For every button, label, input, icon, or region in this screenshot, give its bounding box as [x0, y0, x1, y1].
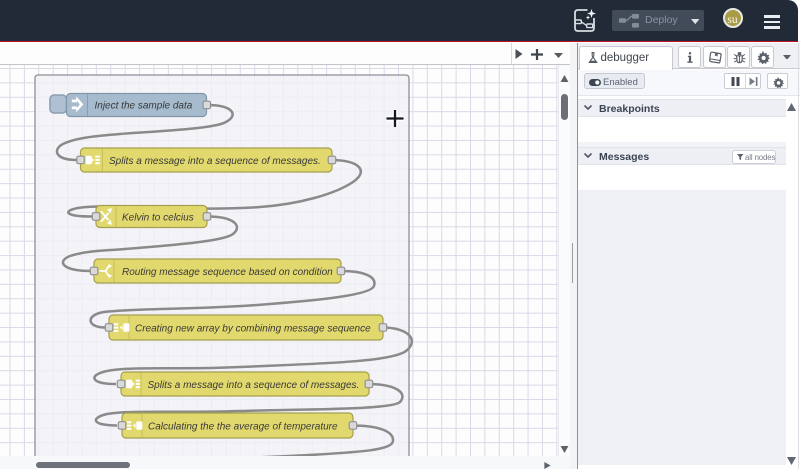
svg-text:Splits a message into a sequen: Splits a message into a sequence of mess…: [109, 156, 321, 167]
svg-text:Calculating the the average of: Calculating the the average of temperatu…: [148, 421, 338, 432]
svg-text:Kelvin to celcius: Kelvin to celcius: [122, 212, 194, 223]
svg-text:Inject the sample data: Inject the sample data: [95, 101, 193, 112]
svg-text:Routing message sequence based: Routing message sequence based on condit…: [122, 267, 333, 278]
svg-text:Splits a message into a sequen: Splits a message into a sequence of mess…: [148, 380, 360, 391]
svg-text:Creating new array by combinin: Creating new array by combining message …: [135, 323, 371, 334]
